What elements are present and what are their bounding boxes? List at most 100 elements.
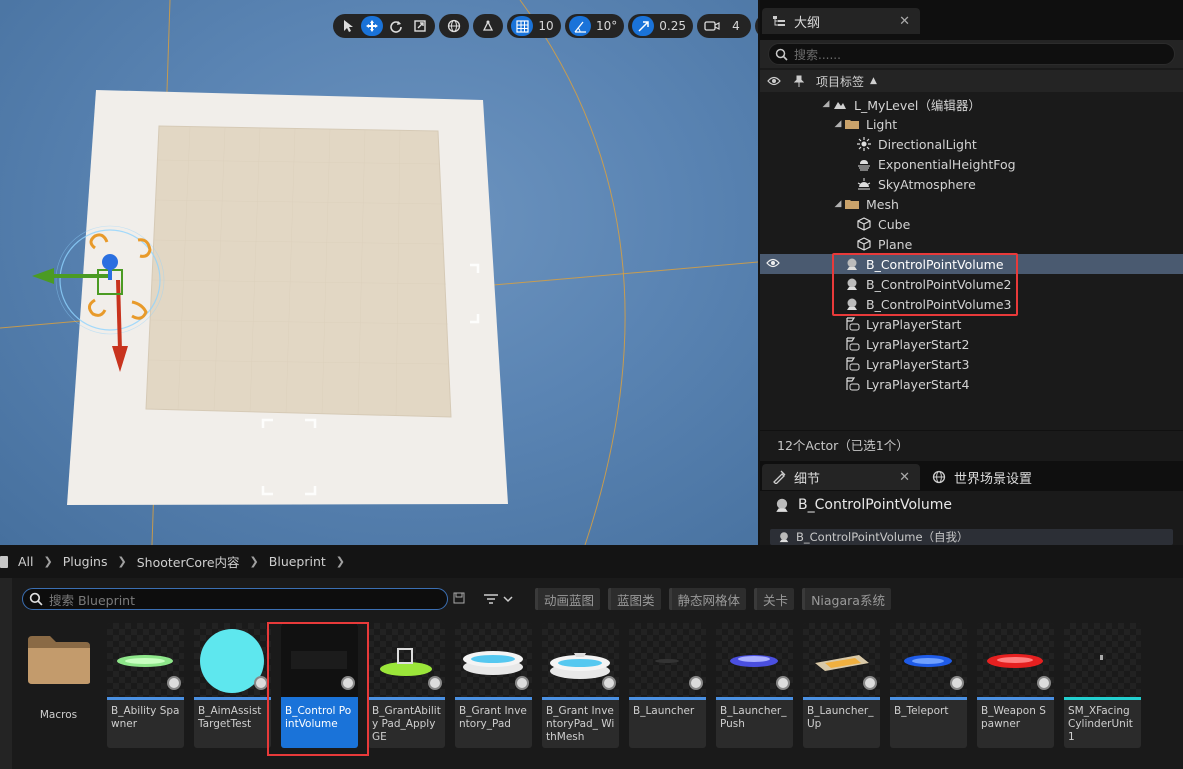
surface-snap-icon[interactable] — [477, 16, 499, 36]
tree-row-control-point-volume-2[interactable]: B_ControlPointVolume2 — [760, 274, 1183, 294]
viewport-scene — [0, 0, 758, 545]
camera-speed-value[interactable]: 4 — [725, 16, 747, 36]
asset-tile[interactable]: B_Weapon Spawner — [977, 623, 1054, 748]
asset-label: B_Launcher — [633, 705, 695, 717]
tree-row-player-start-3[interactable]: LyraPlayerStart3 — [760, 354, 1183, 374]
details-panel: 细节 ✕ 世界场景设置 B_ControlPointVolume B_Contr… — [760, 461, 1183, 545]
tree-row-plane[interactable]: Plane — [760, 234, 1183, 254]
rotate-mode-icon[interactable] — [385, 16, 407, 36]
tree-row-folder-light[interactable]: ◢ Light — [760, 114, 1183, 134]
asset-label: B_Teleport — [894, 705, 949, 717]
save-search-icon[interactable] — [453, 592, 465, 607]
chevron-right-icon[interactable]: ❯ — [44, 555, 53, 568]
outliner-search-row: 搜索...... — [760, 40, 1183, 68]
tree-label: Light — [866, 116, 898, 132]
outliner-tabbar: 大纲 ✕ — [760, 0, 1183, 40]
details-component-row[interactable]: B_ControlPointVolume（自我） — [770, 529, 1173, 545]
chevron-right-icon[interactable]: ❯ — [118, 555, 127, 568]
asset-label: Macros — [39, 709, 78, 721]
rotation-snap-value[interactable]: 10° — [593, 16, 620, 36]
asset-tile[interactable]: B_Launcher_ Up — [803, 623, 880, 748]
details-tabbar: 细节 ✕ 世界场景设置 — [760, 461, 1183, 491]
asset-tile[interactable]: B_Launcher_ Push — [716, 623, 793, 748]
tree-row-control-point-volume[interactable]: B_ControlPointVolume — [760, 254, 1183, 274]
expand-arrow-icon[interactable]: ◢ — [832, 199, 844, 209]
blueprint-actor-icon — [776, 498, 788, 512]
asset-label: B_Weapon Spawner — [981, 705, 1046, 730]
player-start-icon — [844, 356, 860, 372]
tab-details[interactable]: 细节 ✕ — [762, 464, 920, 490]
content-search-input[interactable]: 搜索 Blueprint — [22, 588, 448, 610]
chevron-right-icon[interactable]: ❯ — [250, 555, 259, 568]
close-icon[interactable]: ✕ — [899, 470, 910, 485]
directional-light-icon — [856, 136, 872, 152]
close-icon[interactable]: ✕ — [899, 14, 910, 29]
filter-chip[interactable]: 静态网格体 — [668, 588, 747, 610]
scale-snap-value[interactable]: 0.25 — [656, 16, 689, 36]
blueprint-actor-icon — [779, 532, 789, 543]
tree-row-player-start-2[interactable]: LyraPlayerStart2 — [760, 334, 1183, 354]
filter-chip[interactable]: 动画蓝图 — [535, 588, 601, 610]
rotation-snap-icon[interactable] — [569, 16, 591, 36]
asset-label: B_AimAssist TargetTest — [198, 705, 262, 730]
scale-mode-icon[interactable] — [409, 16, 431, 36]
world-space-icon[interactable] — [443, 16, 465, 36]
breadcrumb-item[interactable]: Plugins — [63, 554, 108, 569]
grid-snap-icon[interactable] — [511, 16, 533, 36]
tree-label: LyraPlayerStart3 — [866, 356, 970, 372]
filter-chip[interactable]: 蓝图类 — [608, 588, 661, 610]
sort-ascending-icon[interactable]: ▲ — [870, 76, 877, 86]
tree-row-cube[interactable]: Cube — [760, 214, 1183, 234]
scale-snap-icon[interactable] — [632, 16, 655, 36]
sources-panel-collapsed[interactable] — [0, 578, 12, 769]
breadcrumb-item[interactable]: All — [18, 554, 34, 569]
tab-outliner[interactable]: 大纲 ✕ — [762, 8, 920, 34]
outliner-search-input[interactable]: 搜索...... — [768, 43, 1175, 65]
tree-row-sky-atmosphere[interactable]: SkyAtmosphere — [760, 174, 1183, 194]
asset-tile[interactable]: B_Grant Inventory_Pad — [455, 623, 532, 748]
asset-tile-folder[interactable]: Macros — [20, 623, 97, 748]
asset-tile[interactable]: B_GrantAbility Pad_ApplyGE — [368, 623, 445, 748]
asset-tile[interactable]: B_Ability Spawner — [107, 623, 184, 748]
chevron-right-icon[interactable]: ❯ — [336, 555, 345, 568]
asset-tile[interactable]: B_AimAssist TargetTest — [194, 623, 271, 748]
breadcrumb: All ❯ Plugins ❯ ShooterCore内容 ❯ Blueprin… — [0, 545, 1183, 578]
level-viewport[interactable]: 10 10° 0.25 4 — [0, 0, 758, 545]
grid-snap-value[interactable]: 10 — [535, 16, 557, 36]
tree-row-control-point-volume-3[interactable]: B_ControlPointVolume3 — [760, 294, 1183, 314]
blueprint-badge-icon — [428, 676, 442, 690]
select-mode-icon[interactable] — [337, 16, 359, 36]
item-label-column[interactable]: 项目标签 — [816, 73, 864, 90]
asset-tile[interactable]: B_Teleport — [890, 623, 967, 748]
filter-chip[interactable]: 关卡 — [754, 588, 795, 610]
filter-chip[interactable]: Niagara系统 — [802, 588, 891, 610]
content-search-placeholder: 搜索 Blueprint — [49, 592, 136, 608]
tree-row-height-fog[interactable]: ExponentialHeightFog — [760, 154, 1183, 174]
breadcrumb-item[interactable]: Blueprint — [269, 554, 326, 569]
details-tab-label: 细节 — [794, 471, 821, 487]
camera-speed-icon[interactable] — [701, 16, 723, 36]
visibility-column-icon[interactable] — [760, 76, 788, 86]
asset-tile[interactable]: SM_XFacing CylinderUnit1 — [1064, 623, 1141, 748]
tree-label: LyraPlayerStart2 — [866, 336, 970, 352]
outliner-tab-label: 大纲 — [794, 15, 821, 31]
blueprint-badge-icon — [254, 676, 268, 690]
tree-row-directional-light[interactable]: DirectionalLight — [760, 134, 1183, 154]
breadcrumb-item[interactable]: ShooterCore内容 — [137, 552, 240, 571]
world-settings-tab-label: 世界场景设置 — [954, 471, 1033, 487]
tree-row-player-start-4[interactable]: LyraPlayerStart4 — [760, 374, 1183, 394]
tree-row-level[interactable]: ◢ L_MyLevel（编辑器） — [760, 94, 1183, 114]
tree-row-player-start[interactable]: LyraPlayerStart — [760, 314, 1183, 334]
chevron-down-icon — [503, 596, 513, 603]
tab-world-settings[interactable]: 世界场景设置 — [922, 464, 1042, 490]
asset-tile[interactable]: B_Grant InventoryPad_ WithMesh — [542, 623, 619, 748]
asset-tile[interactable]: B_Launcher — [629, 623, 706, 748]
tree-row-folder-mesh[interactable]: ◢ Mesh — [760, 194, 1183, 214]
filter-dropdown-button[interactable] — [483, 593, 513, 605]
expand-arrow-icon[interactable]: ◢ — [832, 119, 844, 129]
asset-label: B_Ability Spawner — [111, 705, 180, 730]
pin-column-icon[interactable] — [788, 75, 810, 87]
expand-arrow-icon[interactable]: ◢ — [820, 99, 832, 109]
visibility-eye-icon[interactable] — [766, 256, 780, 271]
move-mode-icon[interactable] — [361, 16, 383, 36]
